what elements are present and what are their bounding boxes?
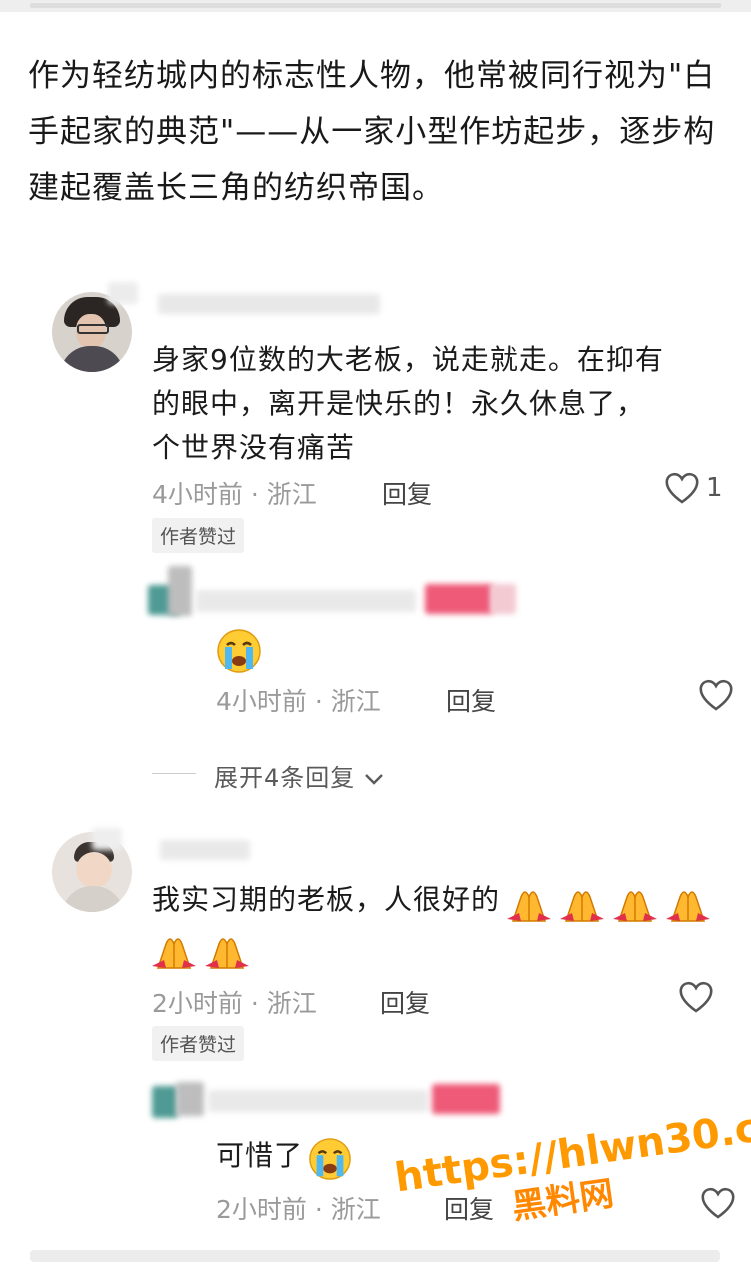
reply-button[interactable]: 回复 xyxy=(446,682,496,718)
crying-face-emoji xyxy=(308,1137,352,1185)
like-button[interactable] xyxy=(698,678,751,716)
expand-replies-button[interactable]: 展开4条回复 xyxy=(214,758,384,793)
comment-body: 我实习期的老板，人很好的 xyxy=(152,878,751,924)
blurred-reply-author xyxy=(208,1090,428,1112)
watermark: https://hlwn30.com 黑料网 xyxy=(392,1095,751,1244)
blurred-reply-author xyxy=(432,1084,500,1114)
folded-hands-emoji xyxy=(505,883,553,925)
reply-button[interactable]: 回复 xyxy=(382,475,432,511)
heart-icon xyxy=(665,472,699,504)
like-count: 1 xyxy=(706,473,723,503)
article-paragraph: 作为轻纺城内的标志性人物，他常被同行视为"白手起家的典范"——从一家小型作坊起步… xyxy=(28,58,716,206)
expand-replies-label: 展开4条回复 xyxy=(214,764,356,792)
blurred-username xyxy=(158,294,380,314)
chevron-down-icon xyxy=(365,774,384,785)
like-button[interactable] xyxy=(664,471,700,509)
blurred-username xyxy=(92,828,122,850)
reply-body: 可惜了 xyxy=(216,1134,352,1185)
heart-icon xyxy=(699,679,733,711)
comment-text-line: 的眼中，离开是快乐的！永久休息了， xyxy=(152,387,646,420)
blurred-username xyxy=(108,282,138,304)
reply-meta: 4小时前 · 浙江 xyxy=(216,687,381,716)
folded-hands-emoji xyxy=(664,883,712,925)
reply-text: 可惜了 xyxy=(216,1139,304,1172)
blurred-reply-author xyxy=(152,1086,178,1118)
crying-face-icon xyxy=(309,1137,351,1180)
comment-meta: 4小时前 · 浙江 xyxy=(152,480,317,509)
blurred-reply-author xyxy=(176,1082,204,1116)
reply-meta: 2小时前 · 浙江 xyxy=(216,1195,381,1224)
comment-text-line: 个世界没有痛苦 xyxy=(152,431,356,464)
crying-face-emoji xyxy=(216,628,262,678)
folded-hands-emoji xyxy=(203,930,251,974)
blurred-username xyxy=(160,840,250,860)
like-button[interactable] xyxy=(678,980,751,1018)
comment-text-line: 身家9位数的大老板，说走就走。在抑有 xyxy=(152,343,664,376)
crying-face-icon xyxy=(217,629,261,673)
bottom-divider xyxy=(30,1250,720,1262)
blurred-reply-author xyxy=(490,584,516,614)
blurred-reply-author xyxy=(196,590,416,612)
avatar[interactable] xyxy=(52,292,132,372)
blurred-reply-author xyxy=(425,584,493,614)
top-divider xyxy=(0,0,751,12)
comment-body: 身家9位数的大老板，说走就走。在抑有 的眼中，离开是快乐的！永久休息了， 个世界… xyxy=(152,338,732,470)
expand-divider xyxy=(152,773,196,774)
author-liked-badge: 作者赞过 xyxy=(152,518,245,553)
heart-icon xyxy=(679,981,713,1013)
folded-hands-emoji xyxy=(150,930,198,974)
author-liked-badge: 作者赞过 xyxy=(152,1026,245,1061)
folded-hands-emoji xyxy=(611,883,659,925)
reply-button[interactable]: 回复 xyxy=(380,984,430,1020)
comment-text: 我实习期的老板，人很好的 xyxy=(152,883,501,916)
folded-hands-emoji xyxy=(558,883,606,925)
comment-meta: 2小时前 · 浙江 xyxy=(152,989,317,1018)
blurred-reply-author xyxy=(168,566,192,616)
emoji-row xyxy=(150,930,251,974)
